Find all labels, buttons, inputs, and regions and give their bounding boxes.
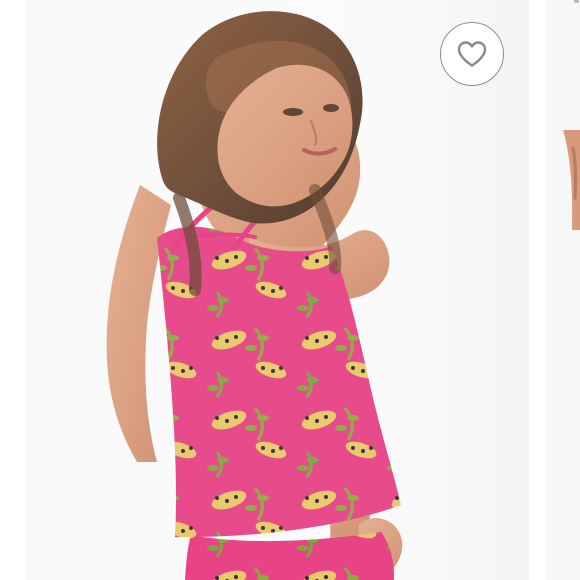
photo-carousel[interactable] bbox=[0, 0, 580, 580]
like-button[interactable] bbox=[440, 22, 504, 86]
heart-outline-icon bbox=[457, 41, 487, 67]
product-photo-main[interactable] bbox=[25, 0, 529, 580]
product-photo bbox=[25, 0, 529, 580]
product-photo-next-peek[interactable] bbox=[545, 0, 580, 580]
carousel-edge-indicator bbox=[574, 0, 579, 3]
next-photo-preview bbox=[545, 0, 580, 580]
listing-photo-viewer bbox=[0, 0, 580, 580]
